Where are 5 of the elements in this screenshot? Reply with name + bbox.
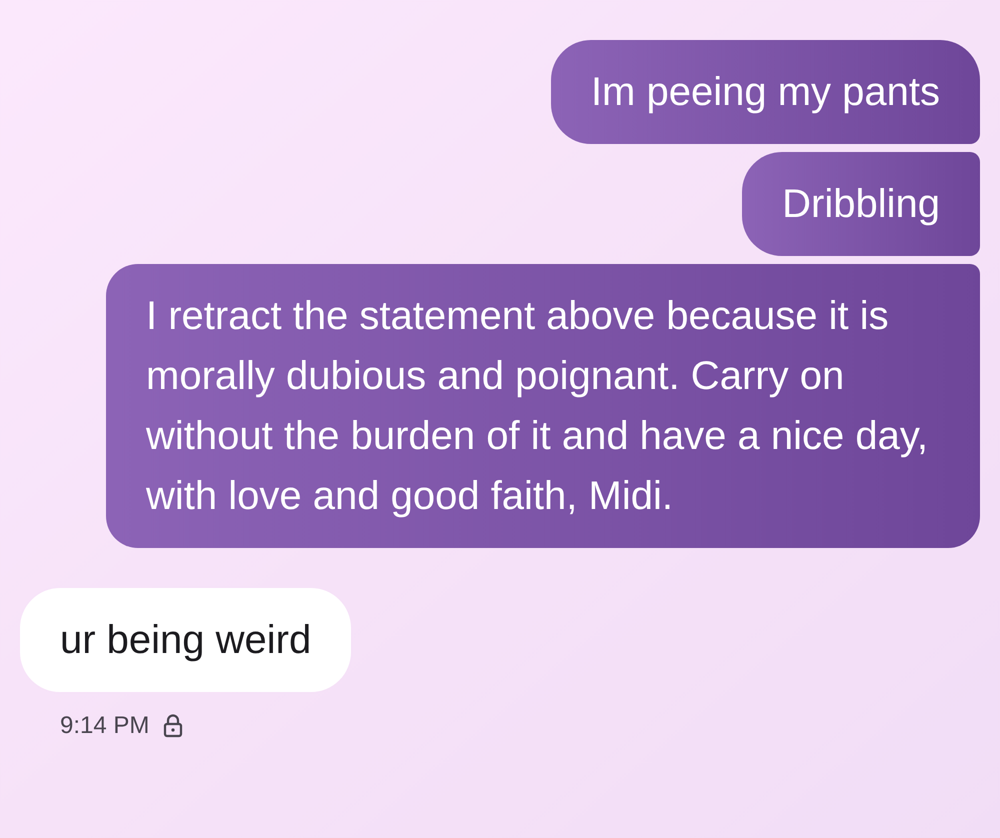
message-bubble: ur being weird <box>20 588 352 692</box>
message-bubble: I retract the statement above because it is morally dubious and poignant. Carry on without the burden of it and have a nice day, with love and good faith, Midi. <box>106 264 980 548</box>
message-bubble: Dribbling <box>742 152 980 256</box>
message-bubble: Im peeing my pants <box>550 40 980 144</box>
message-time: 9:14 PM <box>60 711 150 741</box>
